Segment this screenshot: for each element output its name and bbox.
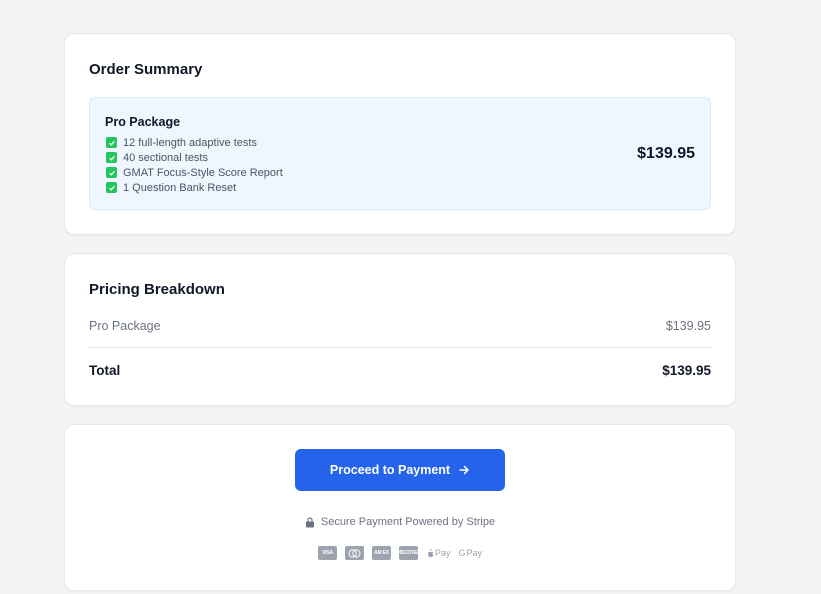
package-box: Pro Package 12 full-length adaptive test… — [89, 97, 711, 210]
line-item-label: Pro Package — [89, 319, 161, 333]
arrow-right-icon — [458, 464, 470, 476]
feature-label: GMAT Focus-Style Score Report — [123, 166, 283, 179]
proceed-to-payment-button[interactable]: Proceed to Payment — [295, 449, 505, 491]
payment-methods: VISA AM EX DISCOVER Pay G Pay — [65, 546, 735, 560]
order-summary-title: Order Summary — [89, 61, 203, 78]
check-icon — [106, 167, 117, 178]
feature-label: 40 sectional tests — [123, 151, 208, 164]
google-g-icon: G — [458, 548, 466, 558]
feature-label: 1 Question Bank Reset — [123, 181, 237, 194]
feature-item: 40 sectional tests — [106, 150, 283, 165]
apple-pay-label: Pay — [434, 548, 451, 558]
apple-pay-icon: Pay — [426, 548, 451, 558]
total-row: Total $139.95 — [89, 363, 711, 378]
line-item-row: Pro Package $139.95 — [89, 319, 711, 333]
payment-card: Proceed to Payment Secure Payment Powere… — [64, 424, 736, 591]
package-price: $139.95 — [637, 145, 695, 162]
line-item-amount: $139.95 — [665, 319, 711, 333]
divider — [89, 347, 711, 348]
discover-icon: DISCOVER — [396, 546, 421, 560]
pricing-breakdown-title: Pricing Breakdown — [89, 281, 225, 298]
check-icon — [106, 182, 117, 193]
package-name: Pro Package — [105, 115, 181, 129]
secure-payment-text: Secure Payment Powered by Stripe — [320, 516, 496, 528]
total-amount: $139.95 — [662, 363, 711, 378]
proceed-to-payment-label: Proceed to Payment — [329, 463, 451, 477]
feature-list: 12 full-length adaptive tests 40 section… — [106, 135, 283, 195]
total-label: Total — [89, 363, 121, 378]
secure-payment-note: Secure Payment Powered by Stripe — [65, 516, 735, 528]
check-icon — [106, 152, 117, 163]
check-icon — [106, 137, 117, 148]
feature-item: 1 Question Bank Reset — [106, 180, 283, 195]
mastercard-icon — [344, 546, 364, 560]
order-summary-card: Order Summary Pro Package 12 full-length… — [64, 33, 736, 235]
google-pay-label: Pay — [466, 548, 483, 558]
visa-icon: VISA — [317, 546, 337, 560]
lock-icon — [305, 516, 315, 528]
feature-item: 12 full-length adaptive tests — [106, 135, 283, 150]
amex-icon: AM EX — [371, 546, 391, 560]
google-pay-icon: G Pay — [458, 548, 482, 558]
pricing-breakdown-card: Pricing Breakdown Pro Package $139.95 To… — [64, 253, 736, 406]
feature-label: 12 full-length adaptive tests — [123, 136, 257, 149]
feature-item: GMAT Focus-Style Score Report — [106, 165, 283, 180]
